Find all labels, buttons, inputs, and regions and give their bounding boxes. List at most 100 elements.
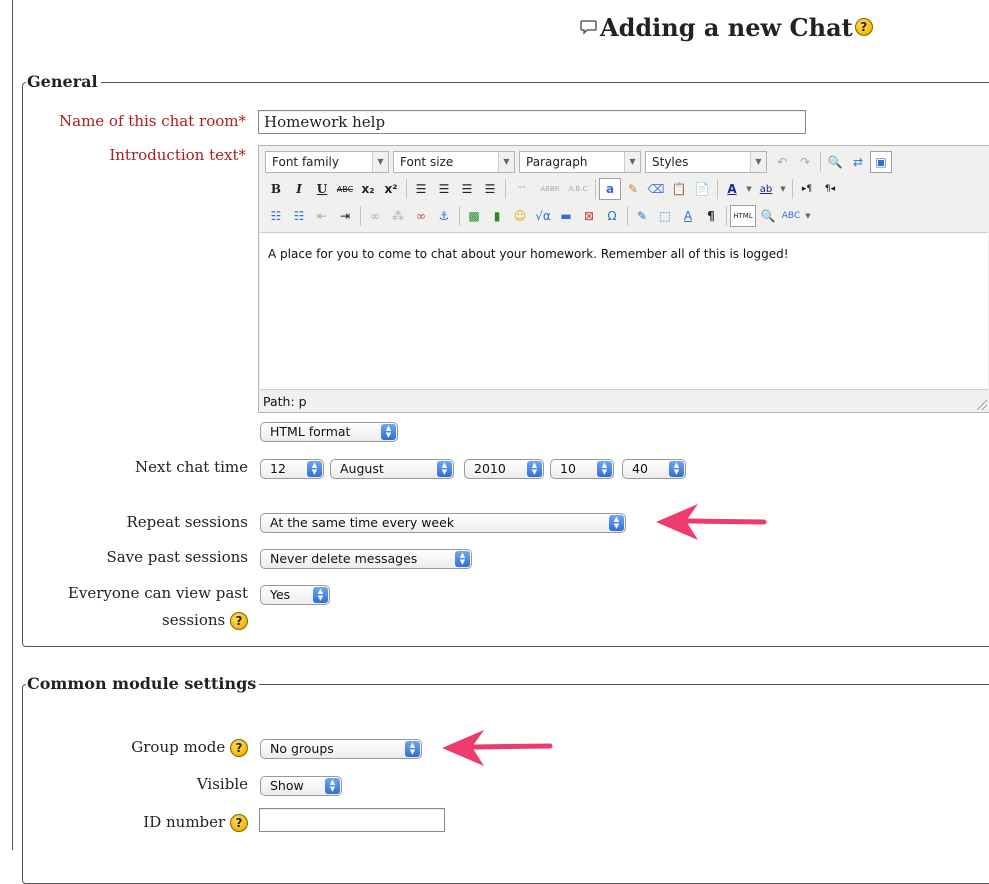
spellcheck-icon[interactable]: ABC xyxy=(780,205,802,227)
acronym-icon[interactable]: A.B.C xyxy=(565,178,591,200)
align-center-icon[interactable]: ☰ xyxy=(433,178,455,200)
find-icon[interactable]: 🔍 xyxy=(824,151,846,173)
everyone-view-select[interactable]: Yes ▲ ▼ xyxy=(260,585,330,605)
font-family-label: Font family xyxy=(272,155,339,169)
anchor-icon[interactable]: ⚓ xyxy=(433,205,455,227)
everyone-view-value: Yes xyxy=(270,587,291,602)
bold-icon[interactable]: B xyxy=(265,178,287,200)
bullet-list-icon[interactable]: ☷ xyxy=(265,205,287,227)
paragraph-label: Paragraph xyxy=(526,155,588,169)
nolink-icon[interactable]: ⊠ xyxy=(578,205,600,227)
help-icon[interactable]: ? xyxy=(854,18,873,36)
month-select[interactable]: August ▲ ▼ xyxy=(330,459,454,479)
id-number-input[interactable] xyxy=(259,808,445,832)
image-icon[interactable]: ▩ xyxy=(463,205,485,227)
everyone-label-text: sessions xyxy=(162,611,226,629)
anchor-text-icon[interactable]: a xyxy=(599,178,621,200)
save-sessions-select[interactable]: Never delete messages ▲ ▼ xyxy=(260,549,472,569)
paragraph-dropdown[interactable]: Paragraph ▼ xyxy=(519,151,641,173)
align-justify-icon[interactable]: ☰ xyxy=(479,178,501,200)
paste-text-icon[interactable]: 📋 xyxy=(668,178,690,200)
indent-icon[interactable]: ⇥ xyxy=(334,205,356,227)
link-icon[interactable]: ∞ xyxy=(364,205,386,227)
superscript-icon[interactable]: x² xyxy=(380,178,402,200)
ltr-icon[interactable]: ▸¶ xyxy=(796,178,818,200)
chevron-down-icon: ▼ xyxy=(372,152,388,172)
format-select[interactable]: HTML format ▲ ▼ xyxy=(260,422,398,442)
group-mode-select[interactable]: No groups ▲ ▼ xyxy=(260,739,422,759)
toolbar-separator xyxy=(505,179,506,199)
select-arrows-icon: ▲ ▼ xyxy=(381,424,396,440)
resize-grip-icon[interactable] xyxy=(977,400,987,410)
minute-select[interactable]: 40 ▲ ▼ xyxy=(622,459,686,479)
paragraph-mark-icon[interactable]: ¶ xyxy=(700,205,722,227)
unlink-icon[interactable]: ⁂ xyxy=(387,205,409,227)
preview-icon[interactable]: 🔍 xyxy=(757,205,779,227)
everyone-label-line1: Everyone can view past xyxy=(67,584,248,602)
chevron-down-icon[interactable]: ▼ xyxy=(744,178,754,200)
align-left-icon[interactable]: ☰ xyxy=(410,178,432,200)
special-char-icon[interactable]: Ω xyxy=(601,205,623,227)
numbered-list-icon[interactable]: ☷ xyxy=(288,205,310,227)
table-icon[interactable]: ✎ xyxy=(631,205,653,227)
annotation-arrow-icon xyxy=(442,730,553,766)
text-color-icon[interactable]: A xyxy=(721,178,743,200)
quote-icon[interactable]: “” xyxy=(509,178,535,200)
toolbar-separator xyxy=(406,179,407,199)
replace-icon[interactable]: ⇄ xyxy=(847,151,869,173)
visible-select[interactable]: Show ▲ ▼ xyxy=(260,776,342,796)
html-source-icon[interactable]: HTML xyxy=(730,205,756,227)
chevron-down-icon[interactable]: ▼ xyxy=(803,205,813,227)
media-icon[interactable]: ▮ xyxy=(486,205,508,227)
cleanup-icon[interactable]: ✎ xyxy=(622,178,644,200)
equation-icon[interactable]: √α xyxy=(532,205,554,227)
underline-icon[interactable]: U xyxy=(311,178,333,200)
hour-select[interactable]: 10 ▲ ▼ xyxy=(550,459,614,479)
abbr-icon[interactable]: ABBR xyxy=(536,178,564,200)
annotation-arrow-icon xyxy=(656,504,767,540)
toolbar-row-1: Font family ▼ Font size ▼ Paragraph ▼ St… xyxy=(265,149,893,175)
undo-icon[interactable]: ↶ xyxy=(771,151,793,173)
editor-content-area[interactable]: A place for you to come to chat about yo… xyxy=(260,232,988,390)
no-link-icon[interactable]: ∞ xyxy=(410,205,432,227)
everyone-label-line2: sessions ? xyxy=(20,610,248,630)
strikethrough-icon[interactable]: ABC xyxy=(334,178,356,200)
select-arrows-icon: ▲ ▼ xyxy=(325,778,340,794)
repeat-sessions-select[interactable]: At the same time every week ▲ ▼ xyxy=(260,513,626,533)
chat-room-name-input[interactable] xyxy=(258,110,806,134)
id-number-label: ID number ? xyxy=(20,812,248,832)
chevron-down-icon: ▼ xyxy=(750,152,766,172)
page-title-text: Adding a new Chat xyxy=(600,12,853,42)
common-settings-legend: Common module settings xyxy=(26,674,260,693)
font-family-dropdown[interactable]: Font family ▼ xyxy=(265,151,389,173)
editor-path-bar: Path: p xyxy=(259,391,989,412)
day-select[interactable]: 12 ▲ ▼ xyxy=(260,459,324,479)
italic-icon[interactable]: I xyxy=(288,178,310,200)
font-size-dropdown[interactable]: Font size ▼ xyxy=(393,151,515,173)
chevron-down-icon[interactable]: ▼ xyxy=(778,178,788,200)
group-mode-label: Group mode ? xyxy=(20,737,248,757)
rtl-icon[interactable]: ¶◂ xyxy=(819,178,841,200)
search-replace-icon[interactable]: A xyxy=(677,205,699,227)
fullscreen-icon[interactable]: ▣ xyxy=(870,151,892,173)
redo-icon[interactable]: ↷ xyxy=(794,151,816,173)
minute-select-value: 40 xyxy=(632,461,648,476)
smiley-icon[interactable]: ☺ xyxy=(509,205,531,227)
help-icon[interactable]: ? xyxy=(230,612,248,630)
paste-word-icon[interactable]: 📄 xyxy=(691,178,713,200)
align-right-icon[interactable]: ☰ xyxy=(456,178,478,200)
select-arrows-icon: ▲ ▼ xyxy=(597,461,612,477)
eraser-icon[interactable]: ⌫ xyxy=(645,178,667,200)
layer-icon[interactable]: ⬚ xyxy=(654,205,676,227)
outdent-icon[interactable]: ⇤ xyxy=(311,205,333,227)
styles-dropdown[interactable]: Styles ▼ xyxy=(645,151,767,173)
horizontal-rule-icon[interactable]: ▬ xyxy=(555,205,577,227)
highlight-color-icon[interactable]: ab xyxy=(755,178,777,200)
repeat-sessions-value: At the same time every week xyxy=(270,515,455,530)
help-icon[interactable]: ? xyxy=(230,739,248,757)
subscript-icon[interactable]: x₂ xyxy=(357,178,379,200)
chat-bubble-icon xyxy=(580,20,597,35)
help-icon[interactable]: ? xyxy=(230,814,248,832)
group-mode-text: Group mode xyxy=(131,738,226,756)
year-select[interactable]: 2010 ▲ ▼ xyxy=(464,459,544,479)
